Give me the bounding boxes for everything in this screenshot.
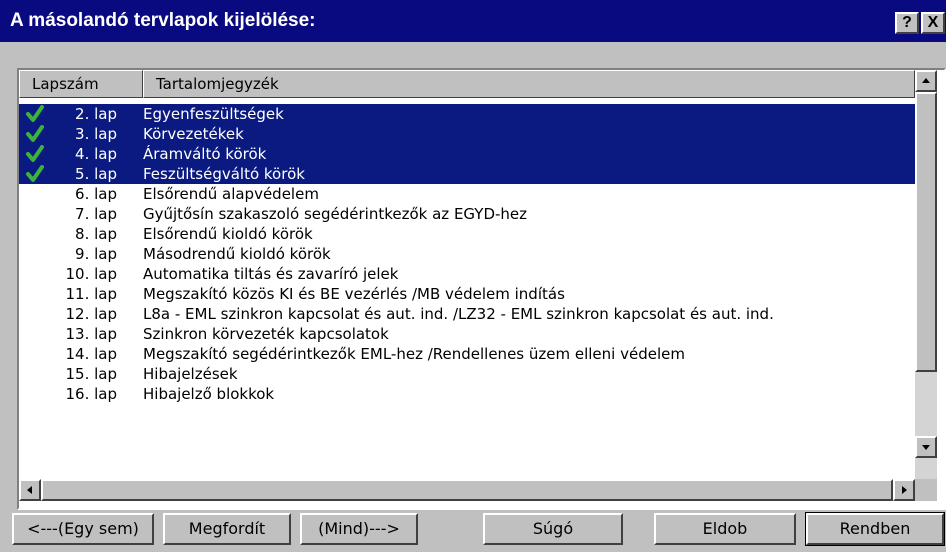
column-header-page-number[interactable]: Lapszám [19,70,143,98]
page-contents: Egyenfeszültségek [143,105,284,123]
page-number: 13. lap [65,325,117,343]
close-button[interactable]: X [921,12,945,34]
list-item[interactable]: 15. lap Hibajelzések [19,364,915,384]
list-item[interactable]: 11. lap Megszakító közös KI és BE vezérlé… [19,284,915,304]
vertical-scrollbar[interactable] [915,70,937,479]
page-contents: L8a - EML szinkron kapcsolat és aut. ind… [143,305,774,323]
list-item[interactable]: 2. lap Egyenfeszültségek [19,104,915,124]
invert-selection-button[interactable]: Megfordít [163,513,291,545]
select-none-button[interactable]: <---(Egy sem) [12,513,154,545]
page-number: 14. lap [65,345,117,363]
column-header-contents[interactable]: Tartalomjegyzék [143,70,915,98]
vertical-scroll-thumb[interactable] [915,92,937,372]
page-contents: Hibajelzések [143,365,238,383]
list-item[interactable]: 14. lap Megszakító segédérintkezők EML-he… [19,344,915,364]
page-contents: Áramváltó körök [143,145,267,163]
page-contents: Megszakító közös KI és BE vezérlés /MB v… [143,285,565,303]
list-item[interactable]: 9. lap Másodrendű kioldó körök [19,244,915,264]
page-number: 9. lap [75,245,117,263]
scroll-right-arrow-icon[interactable] [893,479,915,501]
help-button[interactable]: Súgó [483,513,623,545]
scrollbar-corner [915,479,937,501]
page-number: 10. lap [65,265,117,283]
dialog-title: A másolandó tervlapok kijelölése: [10,10,316,31]
page-contents: Elsőrendű alapvédelem [143,185,319,203]
page-number: 5. lap [75,165,117,183]
select-all-button[interactable]: (Mind)---> [300,513,418,545]
title-bar: A másolandó tervlapok kijelölése: ? X [0,0,946,42]
page-contents: Megszakító segédérintkezők EML-hez /Rend… [143,345,685,363]
page-number: 7. lap [75,205,117,223]
page-number: 4. lap [75,145,117,163]
list-item[interactable]: 16. lap Hibajelző blokkok [19,384,915,404]
page-contents: Másodrendű kioldó körök [143,245,331,263]
sheet-list[interactable]: Lapszám Tartalomjegyzék 2. lap Egyenfeszü… [17,68,946,510]
page-contents: Elsőrendű kioldó körök [143,225,313,243]
list-item[interactable]: 3. lap Körvezetékek [19,124,915,144]
page-contents: Gyűjtősín szakaszoló segédérintkezők az … [143,205,528,223]
horizontal-scrollbar[interactable] [19,479,915,501]
page-contents: Szinkron körvezeték kapcsolatok [143,325,389,343]
ok-button[interactable]: Rendben [805,512,945,546]
page-contents: Automatika tiltás és zavaríró jelek [143,265,399,283]
list-item[interactable]: 7. lap Gyűjtősín szakaszoló segédérintkez… [19,204,915,224]
list-item[interactable]: 6. lap Elsőrendű alapvédelem [19,184,915,204]
page-number: 8. lap [75,225,117,243]
list-item[interactable]: 4. lap Áramváltó körök [19,144,915,164]
page-number: 6. lap [75,185,117,203]
list-item[interactable]: 8. lap Elsőrendű kioldó körök [19,224,915,244]
list-item[interactable]: 5. lap Feszültségváltó körök [19,164,915,184]
help-title-button[interactable]: ? [895,12,919,34]
list-item[interactable]: 12. lap L8a - EML szinkron kapcsolat és a… [19,304,915,324]
page-number: 12. lap [65,305,117,323]
list-item[interactable]: 13. lap Szinkron körvezeték kapcsolatok [19,324,915,344]
page-number: 2. lap [75,105,117,123]
page-number: 15. lap [65,365,117,383]
page-contents: Körvezetékek [143,125,244,143]
discard-button[interactable]: Eldob [654,513,796,545]
scroll-up-arrow-icon[interactable] [915,70,937,92]
page-number: 3. lap [75,125,117,143]
page-contents: Hibajelző blokkok [143,385,275,403]
scroll-left-arrow-icon[interactable] [19,479,41,501]
page-number: 11. lap [65,285,117,303]
page-contents: Feszültségváltó körök [143,165,305,183]
list-item[interactable]: 10. lap Automatika tiltás és zavaríró jel… [19,264,915,284]
scroll-down-arrow-icon[interactable] [915,436,937,458]
page-number: 16. lap [65,385,117,403]
horizontal-scroll-thumb[interactable] [41,479,893,501]
